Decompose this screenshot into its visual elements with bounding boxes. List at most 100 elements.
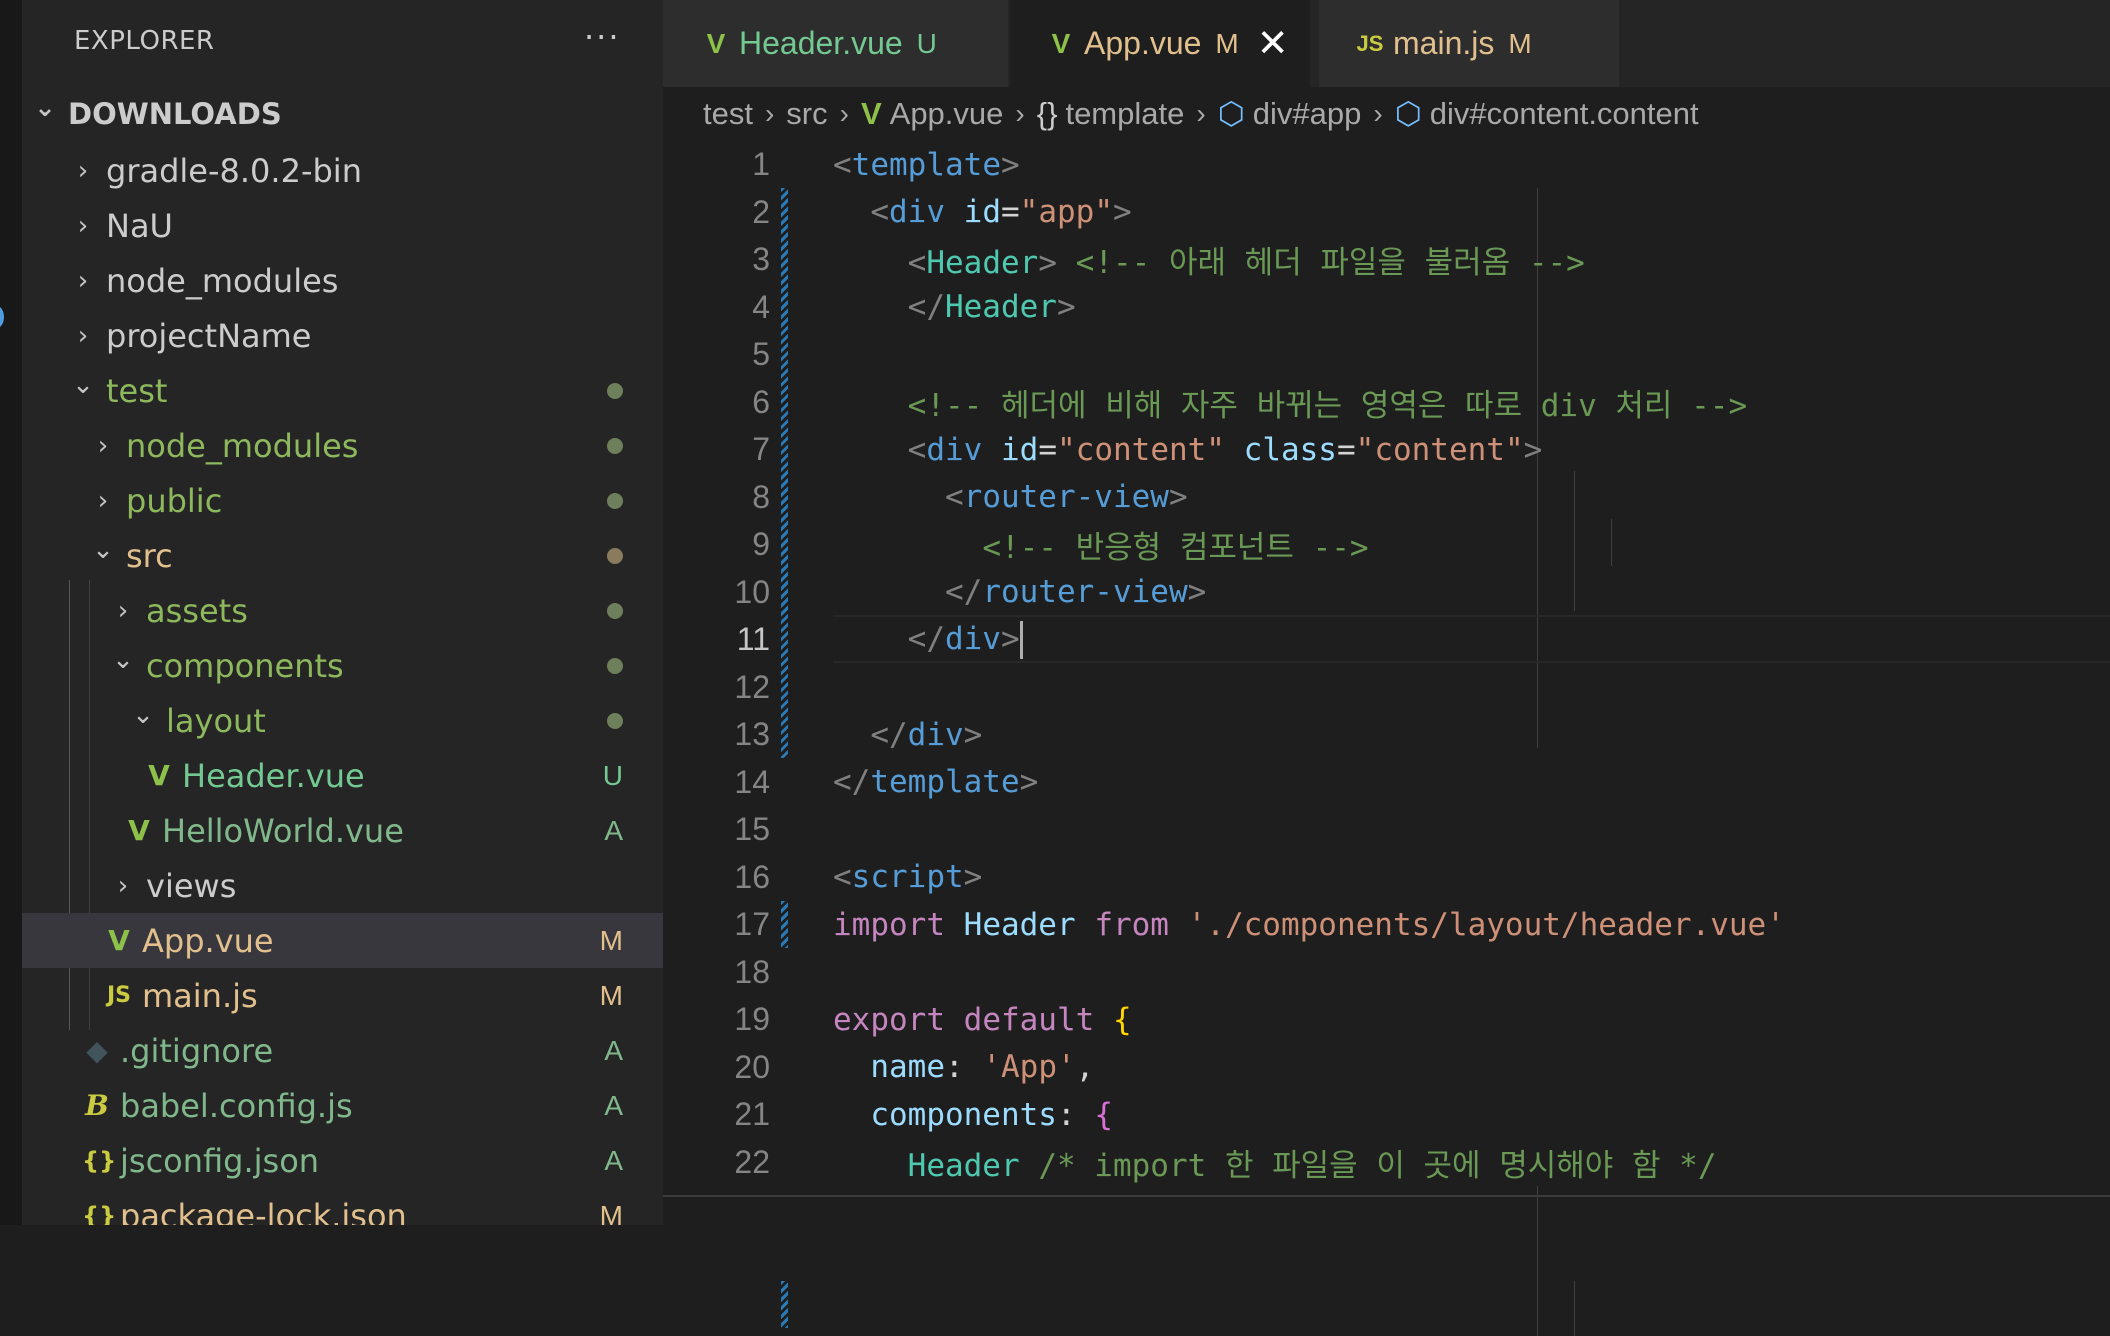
tree-item-node-modules[interactable]: › node_modules — [22, 418, 663, 473]
tree-item-label: assets — [146, 591, 248, 630]
tree-item-assets[interactable]: › assets — [22, 583, 663, 638]
chevron-right-icon: › — [97, 485, 109, 516]
tree-item-app-vue[interactable]: V App.vue M — [22, 913, 663, 968]
code-line: 11 </div> — [663, 616, 2110, 664]
code-line: 13 </div> — [663, 711, 2110, 759]
code-line: 22 Header /* import 한 파일을 이 곳에 명시해야 함 */ — [663, 1139, 2110, 1187]
git-badge-untracked: U — [602, 759, 623, 791]
tree-item-babel-config[interactable]: B babel.config.js A — [22, 1078, 663, 1133]
tree-item-label: node_modules — [126, 426, 359, 465]
line-number: 3 — [752, 241, 770, 278]
tree-item-label: App.vue — [142, 921, 274, 960]
horizontal-scrollbar[interactable] — [663, 1195, 2110, 1197]
line-number: 18 — [734, 953, 770, 990]
code-line: 9 <!-- 반응형 컴포넌트 --> — [663, 521, 2110, 569]
tree-item-test[interactable]: ⌄ test — [22, 363, 663, 418]
tree-item-header-vue[interactable]: V Header.vue U — [22, 748, 663, 803]
tree-item-node-modules-root[interactable]: › node_modules — [22, 253, 663, 308]
tree-item-src[interactable]: ⌄ src — [22, 528, 663, 583]
tree-item-gradle[interactable]: › gradle-8.0.2-bin — [22, 143, 663, 198]
git-badge-added: A — [604, 1034, 623, 1066]
close-icon[interactable]: ✕ — [1257, 21, 1289, 66]
line-number: 16 — [734, 858, 770, 895]
breadcrumb-item[interactable]: template — [1065, 96, 1184, 132]
tab-badge-untracked: U — [916, 27, 937, 59]
line-number: 8 — [752, 478, 770, 515]
code-content: </router-view> — [944, 574, 1207, 611]
tree-item-package-lock[interactable]: {} package-lock.json M — [22, 1188, 663, 1226]
tab-badge-modified: M — [1508, 27, 1532, 59]
chevron-down-icon: ⌄ — [92, 534, 114, 565]
babel-file-icon: B — [85, 1089, 109, 1122]
git-status-dot — [607, 437, 623, 454]
breadcrumb-item[interactable]: div#app — [1253, 96, 1362, 132]
tree-item-main-js[interactable]: JS main.js M — [22, 968, 663, 1023]
js-file-icon: JS — [106, 983, 132, 1008]
tree-item-helloworld-vue[interactable]: V HelloWorld.vue A — [22, 803, 663, 858]
chevron-right-icon: › — [77, 320, 89, 351]
explorer-title: EXPLORER — [74, 26, 215, 56]
code-line: 5 — [663, 331, 2110, 379]
line-number: 4 — [752, 288, 770, 325]
code-content: import Header from './components/layout/… — [833, 906, 1785, 943]
vue-file-icon: V — [706, 27, 726, 59]
vue-file-icon: V — [860, 96, 882, 131]
line-number: 12 — [734, 668, 770, 705]
chevron-right-icon: › — [117, 595, 129, 626]
code-line: 3 <Header> <!-- 아래 헤더 파일을 불러옴 --> — [663, 236, 2110, 284]
tab-app-vue[interactable]: V App.vue M ✕ — [1010, 0, 1310, 87]
tree-item-label: HelloWorld.vue — [162, 811, 404, 850]
git-status-dot — [607, 547, 623, 564]
indent-guide — [1574, 1281, 1575, 1336]
tree-item-label: babel.config.js — [120, 1086, 353, 1125]
tree-item-components[interactable]: ⌄ components — [22, 638, 663, 693]
section-label: DOWNLOADS — [68, 97, 282, 131]
tree-item-nau[interactable]: › NaU — [22, 198, 663, 253]
code-line: 20 name: 'App', — [663, 1044, 2110, 1092]
json-file-icon: {} — [82, 1201, 117, 1226]
breadcrumb-item[interactable]: App.vue — [890, 96, 1004, 132]
code-line: 12 — [663, 664, 2110, 712]
line-number: 17 — [734, 906, 770, 943]
line-number: 14 — [734, 763, 770, 800]
tree-item-label: jsconfig.json — [120, 1141, 320, 1180]
indent-guide — [1537, 1186, 1538, 1336]
code-content: <Header> <!-- 아래 헤더 파일을 불러옴 --> — [907, 245, 1585, 282]
tree-item-projectname[interactable]: › projectName — [22, 308, 663, 363]
tree-item-jsconfig[interactable]: {} jsconfig.json A — [22, 1133, 663, 1188]
tab-header-vue[interactable]: V Header.vue U — [663, 0, 1008, 87]
line-number: 7 — [752, 431, 770, 468]
tree-item-label: gradle-8.0.2-bin — [106, 151, 362, 190]
more-actions-icon[interactable]: ··· — [584, 18, 621, 56]
tree-item-public[interactable]: › public — [22, 473, 663, 528]
vue-file-icon: V — [148, 759, 170, 792]
git-badge-modified: M — [599, 1199, 623, 1226]
git-badge-modified: M — [599, 924, 623, 956]
tree-item-layout[interactable]: ⌄ layout — [22, 693, 663, 748]
code-editor[interactable]: 1 <template> 2 <div id="app"> 3 <Header>… — [663, 141, 2110, 1336]
tab-bar: V Header.vue U V App.vue M ✕ JS main.js … — [663, 0, 2110, 87]
breadcrumb-item[interactable]: src — [786, 96, 827, 132]
breadcrumb-item[interactable]: div#content.content — [1430, 96, 1699, 132]
tree-item-gitignore[interactable]: ◆ .gitignore A — [22, 1023, 663, 1078]
code-line: 7 <div id="content" class="content"> — [663, 426, 2110, 474]
line-number: 6 — [752, 383, 770, 420]
git-status-dot — [607, 712, 623, 729]
git-status-dot — [607, 602, 623, 619]
section-downloads[interactable]: ⌄ DOWNLOADS — [32, 93, 282, 132]
line-number: 9 — [752, 526, 770, 563]
code-line: 2 <div id="app"> — [663, 189, 2110, 237]
code-content: </template> — [833, 764, 1039, 801]
breadcrumb-item[interactable]: test — [703, 96, 753, 132]
json-file-icon: {} — [82, 1146, 117, 1175]
code-line: 6 <!-- 헤더에 비해 자주 바뀌는 영역은 따로 div 처리 --> — [663, 379, 2110, 427]
tree-item-views[interactable]: › views — [22, 858, 663, 913]
line-number: 10 — [734, 573, 770, 610]
tab-main-js[interactable]: JS main.js M — [1319, 0, 1619, 87]
git-badge-modified: M — [599, 979, 623, 1011]
chevron-right-icon: › — [97, 430, 109, 461]
braces-icon: {} — [1036, 96, 1058, 131]
code-content: </Header> — [907, 289, 1076, 326]
tree-item-label: components — [146, 646, 344, 685]
chevron-right-icon: › — [77, 155, 89, 186]
